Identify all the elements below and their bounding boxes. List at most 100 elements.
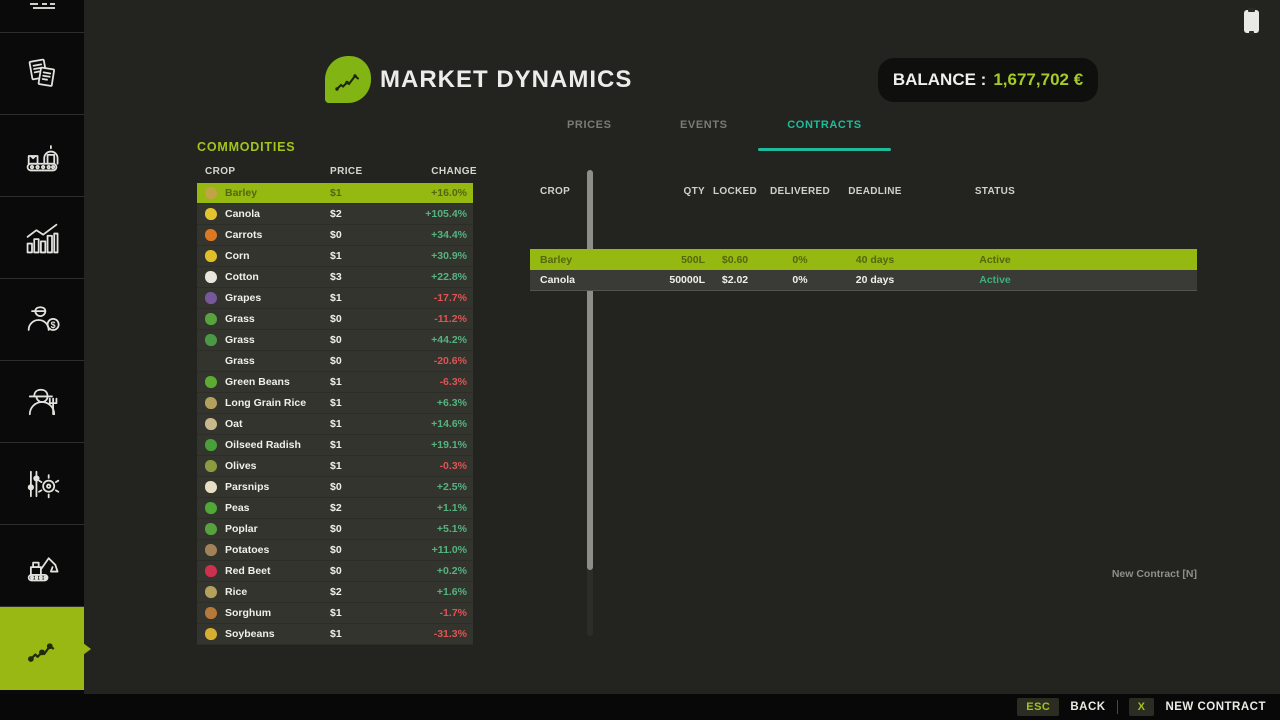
commodity-row[interactable]: Peas $2 +1.1% (197, 498, 473, 519)
back-button[interactable]: BACK (1070, 701, 1105, 713)
crop-change: +1.1% (402, 502, 467, 514)
contract-status: Active (915, 254, 1075, 266)
crop-name: Potatoes (225, 544, 330, 556)
commodity-row[interactable]: Oat $1 +14.6% (197, 414, 473, 435)
contract-row[interactable]: Canola 50000L $2.02 0% 20 days Active (530, 270, 1197, 291)
crop-price: $1 (330, 460, 402, 472)
crop-name: Canola (225, 208, 330, 220)
sidebar-item-workers[interactable] (0, 361, 84, 443)
col-deadline: DEADLINE (835, 186, 915, 197)
commodity-row[interactable]: Long Grain Rice $1 +6.3% (197, 393, 473, 414)
crop-price: $1 (330, 607, 402, 619)
x-key-badge[interactable]: X (1129, 698, 1155, 716)
contract-locked: $2.02 (705, 274, 765, 286)
commodity-row[interactable]: Green Beans $1 -6.3% (197, 372, 473, 393)
commodity-row[interactable]: Grass $0 +44.2% (197, 330, 473, 351)
commodity-row[interactable]: Canola $2 +105.4% (197, 204, 473, 225)
crop-change: -17.7% (402, 292, 467, 304)
phone-icon (1244, 10, 1259, 33)
poplar-icon (205, 523, 217, 535)
tab-events[interactable]: EVENTS (680, 119, 728, 131)
commodity-row[interactable]: Grass $0 -11.2% (197, 309, 473, 330)
new-contract-button[interactable]: NEW CONTRACT (1165, 701, 1266, 713)
cotton-icon (205, 271, 217, 283)
crop-change: +14.6% (402, 418, 467, 430)
crop-name: Peas (225, 502, 330, 514)
crop-name: Oat (225, 418, 330, 430)
peas-icon (205, 502, 217, 514)
crop-name: Parsnips (225, 481, 330, 493)
crop-price: $0 (330, 565, 402, 577)
commodity-row[interactable]: Carrots $0 +34.4% (197, 225, 473, 246)
tab-prices[interactable]: PRICES (567, 119, 612, 131)
crop-price: $1 (330, 376, 402, 388)
sidebar-item-contracts[interactable] (0, 33, 84, 115)
esc-key-badge[interactable]: ESC (1017, 698, 1059, 716)
red-beet-icon (205, 565, 217, 577)
contract-crop: Canola (540, 274, 650, 286)
crop-name: Carrots (225, 229, 330, 241)
crop-name: Long Grain Rice (225, 397, 330, 409)
crop-change: -1.7% (402, 607, 467, 619)
commodity-row[interactable]: Poplar $0 +5.1% (197, 519, 473, 540)
commodity-row[interactable]: Parsnips $0 +2.5% (197, 477, 473, 498)
balance-display: BALANCE : 1,677,702 € (878, 58, 1098, 102)
crop-price: $0 (330, 523, 402, 535)
tab-contracts[interactable]: CONTRACTS (758, 119, 891, 151)
sidebar-item-statistics[interactable] (0, 197, 84, 279)
oat-icon (205, 418, 217, 430)
crop-price: $3 (330, 271, 402, 283)
sidebar-item-production[interactable] (0, 115, 84, 197)
commodity-row[interactable]: Grapes $1 -17.7% (197, 288, 473, 309)
sidebar-item-finances[interactable]: $ (0, 279, 84, 361)
contracts-header: CROP QTY LOCKED DELIVERED DEADLINE STATU… (530, 186, 1197, 197)
commodity-row[interactable]: Grass $0 -20.6% (197, 351, 473, 372)
sidebar-item-settings[interactable] (0, 443, 84, 525)
commodity-row[interactable]: Oilseed Radish $1 +19.1% (197, 435, 473, 456)
crop-price: $1 (330, 187, 402, 199)
crop-price: $2 (330, 208, 402, 220)
settings-icon (22, 464, 62, 504)
commodity-row[interactable]: Red Beet $0 +0.2% (197, 561, 473, 582)
contract-row[interactable]: Barley 500L $0.60 0% 40 days Active (530, 249, 1197, 270)
crop-change: +0.2% (402, 565, 467, 577)
rice-icon (205, 586, 217, 598)
crop-price: $0 (330, 355, 402, 367)
bottom-bar: ESC BACK X NEW CONTRACT (0, 694, 1280, 720)
commodity-row[interactable]: Sorghum $1 -1.7% (197, 603, 473, 624)
crop-change: +6.3% (402, 397, 467, 409)
commodity-row[interactable]: Barley $1 +16.0% (197, 183, 473, 204)
commodity-row[interactable]: Cotton $3 +22.8% (197, 267, 473, 288)
crop-price: $1 (330, 397, 402, 409)
sidebar-item-market-dynamics[interactable] (0, 607, 84, 690)
construction-icon (22, 546, 62, 586)
crop-change: +2.5% (402, 481, 467, 493)
crop-change: +30.9% (402, 250, 467, 262)
commodity-row[interactable]: Olives $1 -0.3% (197, 456, 473, 477)
crop-name: Soybeans (225, 628, 330, 640)
crop-name: Green Beans (225, 376, 330, 388)
market-chart-icon (22, 629, 62, 669)
commodity-row[interactable]: Rice $2 +1.6% (197, 582, 473, 603)
contracts-rows: Barley 500L $0.60 0% 40 days Active Cano… (530, 249, 1197, 291)
commodity-row[interactable]: Soybeans $1 -31.3% (197, 624, 473, 645)
sorghum-icon (205, 607, 217, 619)
col-change: CHANGE (402, 166, 477, 177)
corn-icon (205, 250, 217, 262)
col-qty: QTY (650, 186, 705, 197)
crop-name: Grass (225, 334, 330, 346)
crop-price: $0 (330, 229, 402, 241)
production-icon (22, 136, 62, 176)
commodity-row[interactable]: Corn $1 +30.9% (197, 246, 473, 267)
contract-qty: 500L (650, 254, 705, 266)
sidebar-item-construction[interactable] (0, 525, 84, 607)
balance-value: 1,677,702 € (993, 70, 1083, 90)
crop-name: Barley (225, 187, 330, 199)
commodity-row[interactable]: Potatoes $0 +11.0% (197, 540, 473, 561)
crop-name: Rice (225, 586, 330, 598)
col-status: STATUS (915, 186, 1075, 197)
crop-name: Sorghum (225, 607, 330, 619)
carrots-icon (205, 229, 217, 241)
crop-price: $1 (330, 418, 402, 430)
crop-price: $2 (330, 502, 402, 514)
